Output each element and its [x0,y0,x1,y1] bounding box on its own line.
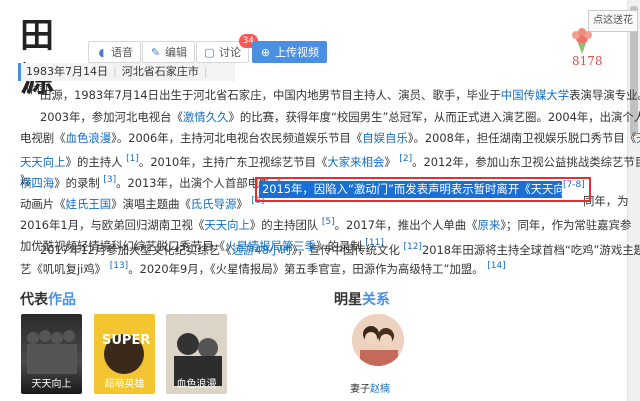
text: 表演导演专业。 [569,88,640,102]
paragraph-line: 》。 [20,171,37,189]
text: 》的主持人 [65,154,123,169]
spouse-avatar[interactable] [352,314,404,366]
cartoon-link[interactable]: 娃氏王国 [66,197,112,211]
text: 。2020年9月，《火星情报局》第五季官宣，田源作为高级特工”加盟。 [128,261,484,276]
work-card[interactable]: 血色浪漫 [166,314,227,394]
text: 》，宣传中国传统文化 [291,242,400,257]
plus-circle-icon: ⊕ [260,46,271,59]
text: 》的比赛，获得年度“校园男生”总冠军，从而正式进入演艺圈。2004年，出演个人首… [228,110,640,124]
school-link[interactable]: 中国传媒大学 [501,88,569,102]
show-link[interactable]: 大家来相会 [327,155,384,169]
voice-button[interactable]: ◖ 语音 [88,41,141,63]
reference-link[interactable]: [14] [487,261,505,271]
comment-icon: ▢ [204,46,215,59]
text: 》演唱主题曲《 [111,196,191,211]
edit-button[interactable]: ✎ 编辑 [142,41,195,63]
section-title-accent: 关系 [362,292,390,308]
svg-text:SUPER: SUPER [102,333,150,348]
paragraph-line: 艺《叽叽复ji鸡》 [13]。2020年9月，《火星情报局》第五季官宣，田源作为… [20,257,506,278]
show-link[interactable]: 自娱自乐 [362,131,408,145]
text: ；同年，作为常驻嘉宾参 [506,217,632,232]
birth-place: 河北省石家庄市 [121,65,199,78]
selected-text-content: 2015年，因陷入“激动门”而发表声明表示暂时离开《天天向上》 [262,182,588,196]
work-title: 血色浪漫 [176,379,217,390]
section-title-accent: 作品 [48,292,76,308]
show-link[interactable]: 天天向上 [20,155,66,169]
voice-button-label: 语音 [111,46,133,59]
relation-type: 妻子 [350,384,370,395]
text: 2003年，参加河北电视台《 [40,110,183,124]
upload-video-button[interactable]: ⊕ 上传视频 [252,41,327,63]
info-divider: | [203,65,208,78]
basic-info-bar: 1983年7月14日 | 河北省石家庄市 |中国 [18,63,235,96]
flower-count: 8178 [572,54,603,68]
text: 动画片《 [20,196,66,211]
drama-link[interactable]: 血色浪漫 [66,131,112,145]
paragraph-line: 田源，1983年7月14日出生于河北省石家庄，中国内地男节目主持人、演员、歌手，… [40,86,640,104]
text: 》。2008年，担任湖南卫视娱乐脱口秀节目《 [407,131,637,145]
work-card[interactable]: 天天向上 [21,314,82,394]
reference-link[interactable]: [7-8] [563,180,585,190]
reference-link[interactable]: [13] [110,261,128,271]
avatar-image [352,314,404,366]
flower-icon[interactable] [566,26,602,56]
text: 》 [236,196,248,211]
work-card[interactable]: SUPER 超萌英雄 [94,314,155,394]
paragraph-line: 2016年1月，与欧弟回归湖南卫视《天天向上》的主持团队 [5]。2017年，推… [20,213,631,234]
paragraph-line: 2017年12月参加大型文化纪实综艺《远游48小时》，宣传中国传统文化 [12]… [40,238,640,259]
text: 》的录制 [54,175,100,190]
section-title-text: 明星 [334,292,362,308]
spouse-name-link[interactable]: 赵楠 [370,384,390,395]
text: 》。 [20,173,38,187]
section-title-text: 代表 [20,292,48,308]
text: 2017年12月参加大型文化纪实综艺《 [40,242,232,257]
song-link[interactable]: 氐氏导源 [191,197,237,211]
speaker-icon: ◖ [98,46,105,59]
relations-section-title: 明星关系 [334,289,390,309]
vertical-scrollbar[interactable] [627,0,640,401]
reference-link[interactable]: [1] [126,154,139,164]
upload-video-label: 上传视频 [275,46,319,59]
spouse-caption: 妻子赵楠 [350,380,390,395]
selected-text[interactable]: 2015年，因陷入“激动门”而发表声明表示暂时离开《天天向上》 [259,181,588,198]
text: 2018年田源将主持全球首档“吃鸡”游戏主题综 [421,242,640,257]
text: 2016年1月，与欧弟回归湖南卫视《 [20,217,205,232]
text: 。2017年，推出个人单曲《 [334,217,478,232]
discuss-button[interactable]: ▢ 讨论 34 [196,34,258,63]
text: 》。2006年，主持河北电视台农民频道娱乐节目《 [111,131,363,145]
paragraph-line: 电视剧《血色浪漫》。2006年，主持河北电视台农民频道娱乐节目《自娱自乐》。20… [20,129,640,147]
paragraph-line: 动画片《娃氏王国》演唱主题曲《氐氏导源》 [6] [20,192,264,213]
discuss-button-label: 讨论 [219,46,241,59]
show-link[interactable]: 天 [636,131,640,145]
reference-link[interactable]: [5] [322,217,335,227]
text: 田源，1983年7月14日出生于河北省石家庄，中国内地男节目主持人、演员、歌手，… [40,88,501,102]
text: 电视剧《 [20,131,66,145]
pencil-icon: ✎ [150,46,161,59]
text: 。2012年，参加山东卫视公益挑战类综艺节目《 [412,154,640,169]
show-link[interactable]: 激情久久 [183,110,229,124]
paragraph-line: 横四海》的录制 [3]。2013年，出演个人首部电影《 [20,171,282,192]
work-title: 天天向上 [31,379,72,390]
reference-link[interactable]: [2] [399,154,412,164]
text: 。2010年，主持广东卫视综艺节目《 [138,154,328,169]
text: 艺《叽叽复ji鸡》 [20,261,107,276]
text: 》 [384,154,396,169]
show-link[interactable]: 天天向上 [204,218,250,232]
birth-date: 1983年7月14日 [26,65,108,78]
reference-link[interactable]: [3] [103,175,116,185]
paragraph-line: 天天向上》的主持人 [1]。2010年，主持广东卫视综艺节目《大家来相会》 [2… [20,150,640,171]
show-link[interactable]: 远游48小时 [232,243,292,257]
work-title: 超萌英雄 [104,379,145,390]
paragraph-line: 2003年，参加河北电视台《激情久久》的比赛，获得年度“校园男生”总冠军，从而正… [40,108,640,126]
single-link[interactable]: 原来 [478,218,501,232]
edit-button-label: 编辑 [165,46,187,59]
works-section-title: 代表作品 [20,289,76,309]
text: 》的主持团队 [249,217,319,232]
reference-link[interactable]: [12] [403,242,421,252]
